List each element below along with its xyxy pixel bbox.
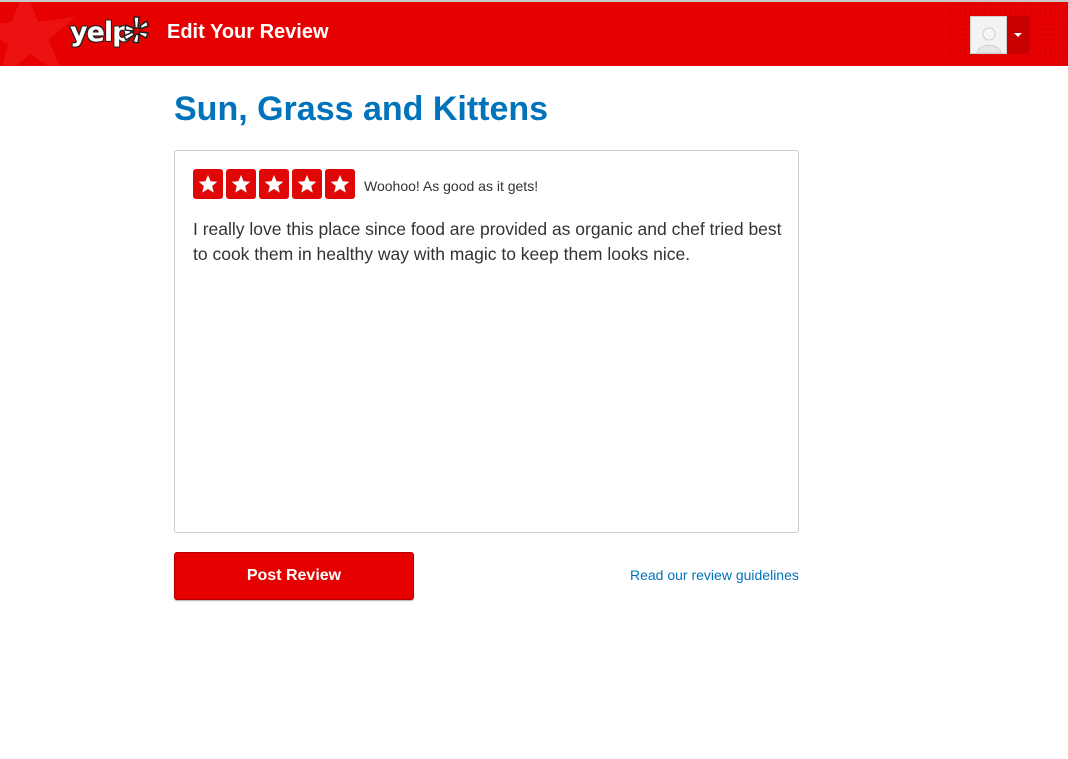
header-bar: yelp Edit Your Review	[0, 2, 1068, 66]
star-icon-4[interactable]	[292, 169, 322, 199]
review-editor[interactable]: Woohoo! As good as it gets! I really lov…	[174, 150, 799, 533]
star-icon-5[interactable]	[325, 169, 355, 199]
rating-label: Woohoo! As good as it gets!	[364, 178, 539, 194]
user-menu[interactable]	[970, 16, 1029, 54]
review-guidelines-link[interactable]: Read our review guidelines	[630, 567, 799, 583]
user-menu-dropdown-button[interactable]	[1007, 16, 1029, 54]
star-icon-2[interactable]	[226, 169, 256, 199]
avatar-placeholder-icon[interactable]	[970, 16, 1007, 54]
yelp-logo[interactable]: yelp	[66, 13, 152, 57]
page-heading: Edit Your Review	[167, 21, 329, 43]
caret-down-icon	[1014, 33, 1022, 37]
user-silhouette-icon	[975, 27, 1002, 53]
yelp-burst-icon	[122, 16, 150, 44]
post-review-button[interactable]: Post Review	[174, 552, 414, 600]
star-icon-3[interactable]	[259, 169, 289, 199]
business-name[interactable]: Sun, Grass and Kittens	[174, 90, 548, 129]
star-rating[interactable]	[193, 169, 358, 199]
review-text-area[interactable]: I really love this place since food are …	[193, 217, 783, 267]
star-icon-1[interactable]	[193, 169, 223, 199]
